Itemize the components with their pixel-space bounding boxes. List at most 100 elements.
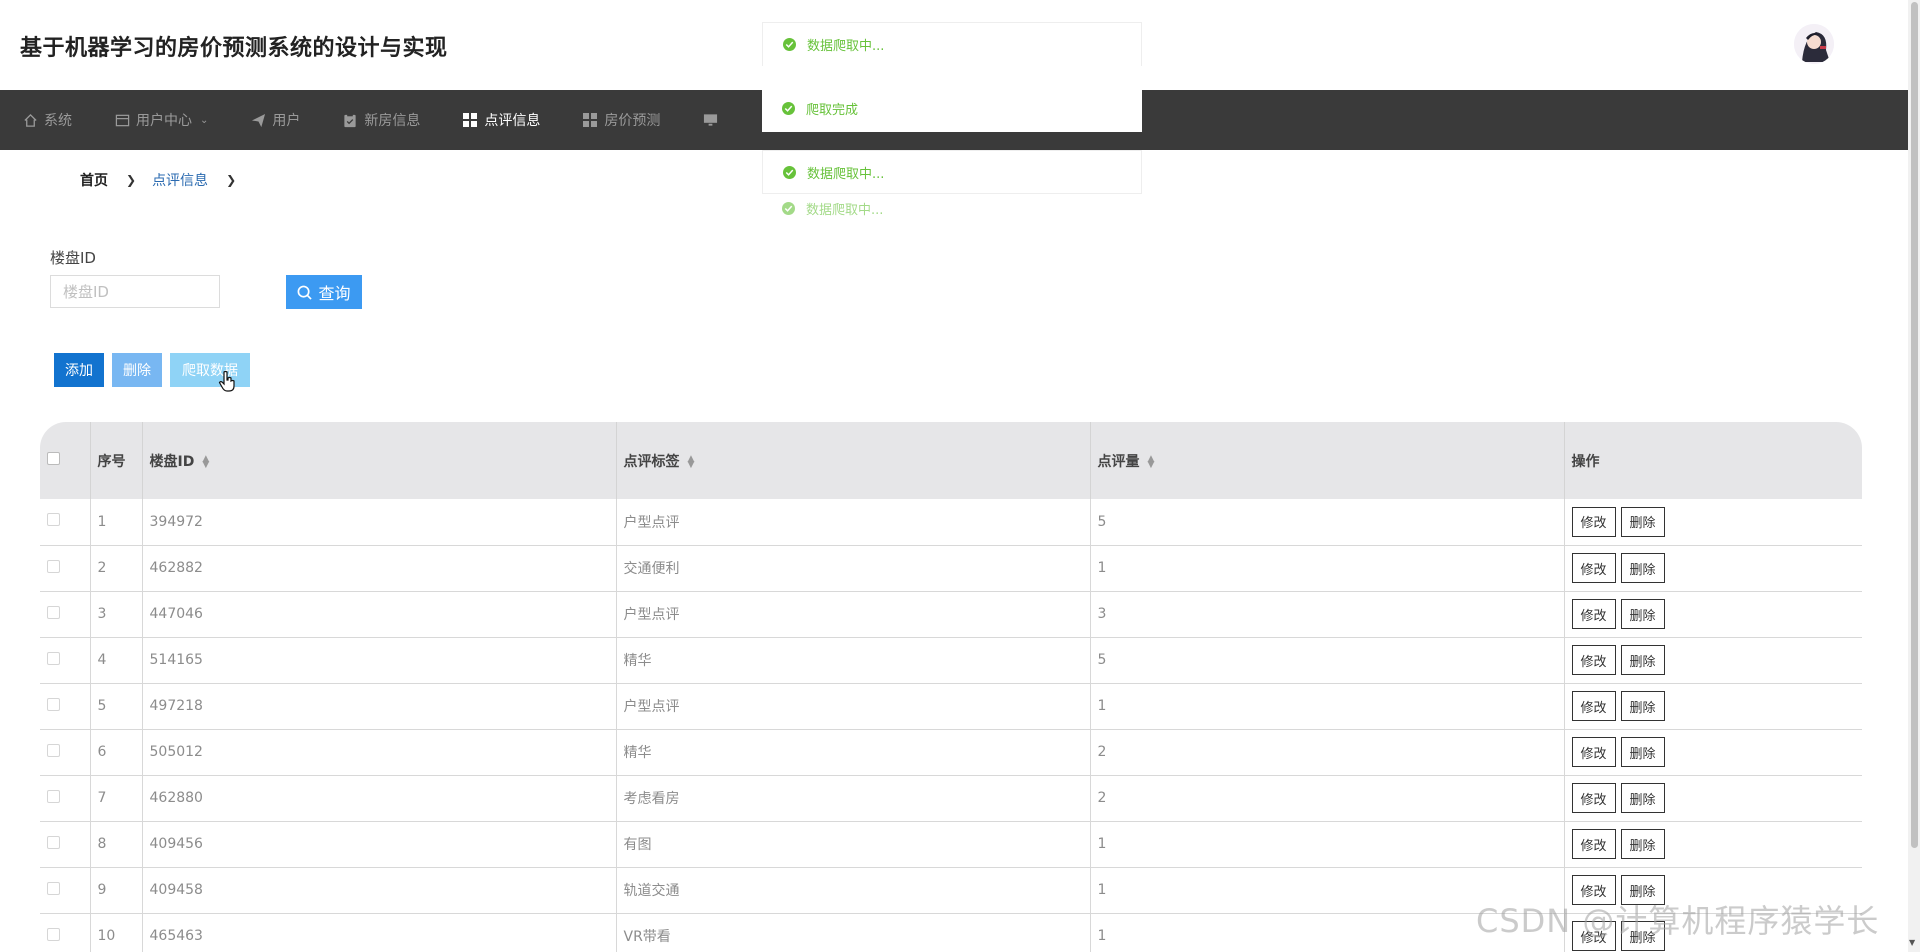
cell-actions: 修改 删除 bbox=[1564, 729, 1862, 775]
cell-building-id: 462882 bbox=[142, 545, 617, 591]
edit-button[interactable]: 修改 bbox=[1571, 645, 1616, 675]
row-select-cell[interactable] bbox=[40, 545, 91, 591]
row-select-cell[interactable] bbox=[40, 821, 91, 867]
row-checkbox[interactable] bbox=[47, 789, 60, 803]
table-row[interactable]: 3 447046 户型点评 3 修改 删除 bbox=[40, 591, 1862, 637]
cell-count: 3 bbox=[1090, 591, 1565, 637]
table-row[interactable]: 7 462880 考虑看房 2 修改 删除 bbox=[40, 775, 1862, 821]
monitor-icon bbox=[702, 112, 718, 128]
row-select-cell[interactable] bbox=[40, 499, 91, 545]
cell-actions: 修改 删除 bbox=[1564, 683, 1862, 729]
nav-item-user[interactable]: 用户 bbox=[250, 90, 300, 150]
column-header-tag[interactable]: 点评标签 ▲ ▼ bbox=[616, 422, 1091, 499]
edit-button[interactable]: 修改 bbox=[1571, 783, 1616, 813]
search-icon bbox=[298, 285, 313, 300]
row-checkbox[interactable] bbox=[47, 835, 60, 849]
user-avatar[interactable] bbox=[1794, 24, 1834, 64]
cell-tag: VR带看 bbox=[616, 913, 1091, 952]
row-delete-button[interactable]: 删除 bbox=[1620, 829, 1665, 859]
nav-item-label: 点评信息 bbox=[484, 113, 541, 129]
column-header-building-id[interactable]: 楼盘ID ▲ ▼ bbox=[142, 422, 617, 499]
sort-icon[interactable]: ▲ ▼ bbox=[1148, 454, 1155, 469]
row-select-cell[interactable] bbox=[40, 913, 91, 952]
cell-tag: 考虑看房 bbox=[616, 775, 1091, 821]
row-delete-button[interactable]: 删除 bbox=[1620, 506, 1665, 537]
table-row[interactable]: 8 409456 有图 1 修改 删除 bbox=[40, 821, 1862, 867]
row-select-cell[interactable] bbox=[40, 729, 91, 775]
row-delete-button[interactable]: 删除 bbox=[1620, 691, 1665, 721]
cell-tag: 户型点评 bbox=[616, 499, 1091, 545]
cell-actions: 修改 删除 bbox=[1564, 637, 1862, 683]
watermark: CSDN @计算机程序猿学长 bbox=[1476, 902, 1880, 940]
row-delete-button[interactable]: 删除 bbox=[1620, 553, 1665, 583]
cell-no: 5 bbox=[90, 683, 143, 729]
row-checkbox[interactable] bbox=[47, 651, 60, 665]
row-delete-button[interactable]: 删除 bbox=[1620, 599, 1665, 629]
breadcrumb-current[interactable]: 点评信息 bbox=[152, 170, 208, 190]
breadcrumb-home[interactable]: 首页 bbox=[80, 170, 108, 190]
row-checkbox[interactable] bbox=[47, 927, 60, 941]
nav-item-reviews[interactable]: 点评信息 bbox=[462, 90, 540, 150]
row-checkbox[interactable] bbox=[47, 559, 60, 573]
edit-button[interactable]: 修改 bbox=[1571, 506, 1616, 537]
table-row[interactable]: 1 394972 户型点评 5 修改 删除 bbox=[40, 499, 1862, 545]
row-checkbox[interactable] bbox=[47, 605, 60, 619]
delete-button[interactable]: 删除 bbox=[112, 353, 162, 387]
edit-button[interactable]: 修改 bbox=[1571, 829, 1616, 859]
table-row[interactable]: 2 462882 交通便利 1 修改 删除 bbox=[40, 545, 1862, 591]
nav-item-label: 系统 bbox=[44, 113, 72, 129]
table-row[interactable]: 4 514165 精华 5 修改 删除 bbox=[40, 637, 1862, 683]
home-icon bbox=[22, 112, 38, 128]
cell-building-id: 497218 bbox=[142, 683, 617, 729]
building-id-input[interactable] bbox=[50, 275, 220, 308]
row-checkbox[interactable] bbox=[47, 881, 60, 895]
search-button[interactable]: 查询 bbox=[286, 275, 362, 309]
cell-no: 2 bbox=[90, 545, 143, 591]
row-checkbox[interactable] bbox=[47, 697, 60, 711]
grid-icon bbox=[462, 112, 478, 128]
sort-icon[interactable]: ▲ ▼ bbox=[202, 454, 209, 469]
row-select-cell[interactable] bbox=[40, 683, 91, 729]
sort-icon[interactable]: ▲ ▼ bbox=[688, 454, 695, 469]
row-select-cell[interactable] bbox=[40, 591, 91, 637]
column-header-no: 序号 bbox=[90, 422, 143, 499]
nav-item-monitor[interactable] bbox=[702, 90, 724, 150]
nav-item-new-house[interactable]: 新房信息 bbox=[342, 90, 420, 150]
scrollbar-thumb[interactable] bbox=[1911, 2, 1918, 848]
edit-button[interactable]: 修改 bbox=[1571, 691, 1616, 721]
cell-no: 7 bbox=[90, 775, 143, 821]
edit-button[interactable]: 修改 bbox=[1571, 737, 1616, 767]
crawl-data-button[interactable]: 爬取数据 bbox=[170, 353, 250, 387]
row-checkbox[interactable] bbox=[47, 743, 60, 757]
cell-no: 8 bbox=[90, 821, 143, 867]
row-checkbox[interactable] bbox=[47, 513, 60, 527]
select-all-checkbox[interactable] bbox=[47, 452, 60, 465]
chevron-down-icon: ⌄ bbox=[200, 114, 209, 126]
edit-button[interactable]: 修改 bbox=[1571, 553, 1616, 583]
row-delete-button[interactable]: 删除 bbox=[1620, 737, 1665, 767]
cell-no: 4 bbox=[90, 637, 143, 683]
row-delete-button[interactable]: 删除 bbox=[1620, 645, 1665, 675]
toast-text: 爬取完成 bbox=[806, 102, 859, 118]
row-select-cell[interactable] bbox=[40, 637, 91, 683]
cell-actions: 修改 删除 bbox=[1564, 591, 1862, 637]
success-check-icon bbox=[782, 101, 795, 115]
select-all-cell[interactable] bbox=[40, 422, 91, 499]
row-select-cell[interactable] bbox=[40, 775, 91, 821]
chevron-right-icon: ❯ bbox=[126, 173, 137, 187]
edit-button[interactable]: 修改 bbox=[1571, 599, 1616, 629]
column-header-actions: 操作 bbox=[1571, 453, 1600, 470]
add-button[interactable]: 添加 bbox=[54, 353, 104, 387]
row-select-cell[interactable] bbox=[40, 867, 91, 913]
nav-item-user-center[interactable]: 用户中心 ⌄ bbox=[114, 90, 208, 150]
table-row[interactable]: 5 497218 户型点评 1 修改 删除 bbox=[40, 683, 1862, 729]
cell-building-id: 505012 bbox=[142, 729, 617, 775]
table-row[interactable]: 6 505012 精华 2 修改 删除 bbox=[40, 729, 1862, 775]
chevron-right-icon: ❯ bbox=[226, 173, 237, 187]
nav-item-price-prediction[interactable]: 房价预测 bbox=[582, 90, 660, 150]
scroll-down-arrow-icon[interactable]: ▼ bbox=[1909, 938, 1915, 947]
row-delete-button[interactable]: 删除 bbox=[1620, 783, 1665, 813]
cell-no: 1 bbox=[90, 499, 143, 545]
column-header-count[interactable]: 点评量 ▲ ▼ bbox=[1090, 422, 1565, 499]
nav-item-system[interactable]: 系统 bbox=[22, 90, 72, 150]
